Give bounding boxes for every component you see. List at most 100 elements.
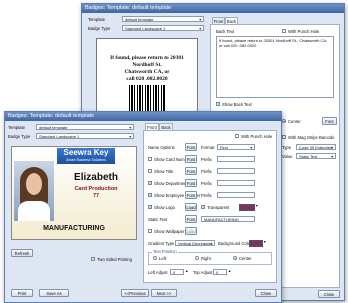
back-tab-back[interactable]: Back — [225, 17, 238, 24]
tab-front[interactable]: Front — [145, 123, 159, 130]
close-button[interactable]: Close — [255, 289, 277, 297]
back-window-title-bar: Badges: Template: default template — [82, 4, 344, 13]
text-position-right-label: Right — [201, 256, 211, 261]
transparent-label: Transparent — [207, 205, 230, 210]
static-text-input[interactable]: MANUFACTURING — [201, 216, 255, 222]
card-number-font-button[interactable]: Font — [185, 155, 197, 163]
chevron-down-icon: ▼ — [330, 155, 334, 159]
show-wallpaper-checkbox[interactable] — [148, 229, 152, 233]
transparent-color-swatch[interactable] — [239, 204, 255, 211]
back-tab-front[interactable]: Front — [212, 17, 225, 24]
employee-number-font-button[interactable]: Font — [185, 191, 197, 199]
text-position-label: Text Position — [152, 249, 178, 254]
name-font-button[interactable]: Font — [185, 143, 197, 151]
barcode-type-value: Code 39 Extended — [299, 145, 333, 150]
employee-number-prefix-input[interactable] — [217, 192, 255, 198]
barcode-value-select[interactable]: Static Text ▼ — [296, 153, 336, 159]
static-text-font-button[interactable]: Font — [185, 215, 197, 223]
badge-number: 77 — [92, 193, 100, 199]
background-color-swatch[interactable] — [249, 240, 263, 247]
show-logo-label: Show Logo — [154, 205, 175, 210]
card-number-prefix-input[interactable] — [217, 156, 255, 162]
static-text-value: MANUFACTURING — [204, 217, 239, 222]
chevron-down-icon: ▼ — [209, 242, 213, 246]
show-title-checkbox[interactable] — [148, 169, 152, 173]
next-button[interactable]: Next >> — [151, 289, 177, 297]
print-button[interactable]: Print — [11, 289, 33, 297]
chevron-down-icon: ▼ — [249, 146, 253, 150]
back-text-area[interactable]: If found, please return to 20301 Nordhof… — [216, 36, 334, 98]
mag-stripe-label: With Mag Stripe Barcode — [288, 135, 335, 140]
back-close-button[interactable]: Close — [318, 290, 340, 298]
front-window-title-bar: Badges: Template: default template — [5, 112, 281, 121]
back-center-radio[interactable] — [282, 119, 286, 123]
department-font-button[interactable]: Font — [185, 179, 197, 187]
back-font-button[interactable]: Font — [322, 117, 337, 125]
back-text-label: Back Text — [216, 29, 235, 34]
back-text-value: If found, please return to 20301 Nordhof… — [219, 38, 328, 48]
two-sided-label: Two Sided Printing — [97, 257, 132, 262]
tab-back[interactable]: Back — [159, 123, 173, 130]
back-template-select[interactable]: default template ▼ — [122, 16, 204, 22]
left-adjust-value: 0 — [173, 270, 176, 275]
back-card-line-2: Chatsworth CA, or — [124, 69, 170, 75]
format-value: First — [220, 145, 228, 150]
barcode-type-select[interactable]: Code 39 Extended ▼ — [296, 144, 336, 150]
previous-button[interactable]: <<Previous — [121, 289, 149, 297]
text-position-right-radio[interactable] — [195, 256, 199, 260]
department-prefix-label: Prefix — [201, 181, 212, 186]
badge-preview: Seewra Key Smart Business Solutions Eliz… — [11, 146, 137, 240]
show-department-checkbox[interactable] — [148, 180, 152, 185]
static-text-label: Static Text — [148, 217, 168, 222]
barcode-value-value: Static Text — [299, 154, 318, 159]
gradient-type-select[interactable]: Vertical Decreasing ▼ — [175, 240, 215, 246]
show-card-number-checkbox[interactable] — [148, 157, 152, 161]
top-adjust-spinner-icon[interactable]: ▲ — [228, 269, 231, 273]
back-badge-type-select[interactable]: Standard Landscape 1 ▼ — [122, 25, 204, 31]
punch-hole-checkbox[interactable] — [235, 134, 239, 138]
left-adjust-label: Left Adjust — [148, 270, 168, 275]
text-position-center-radio[interactable] — [233, 256, 237, 260]
two-sided-checkbox[interactable] — [91, 256, 95, 261]
left-adjust-input[interactable]: 0 — [170, 269, 184, 275]
person-name: Elizabeth — [74, 172, 118, 183]
top-adjust-value: 0 — [216, 270, 219, 275]
back-punch-hole-label: With Punch Hole — [288, 29, 320, 34]
back-center-label: Center — [288, 119, 301, 124]
person-face — [26, 173, 42, 195]
logo-load-button[interactable]: Load — [185, 203, 197, 211]
show-department-label: Show Department — [154, 181, 188, 186]
company-logo: Seewra Key Smart Business Solutions — [57, 148, 115, 164]
chevron-down-icon[interactable]: ▼ — [255, 204, 258, 208]
back-card-line-3: call 020 .082.0020 — [126, 76, 168, 82]
show-employee-number-checkbox[interactable] — [148, 192, 152, 197]
mag-stripe-checkbox[interactable] — [282, 135, 286, 139]
employee-number-prefix-label: Prefix — [201, 193, 212, 198]
back-card-text: If found, please return to 20301 Nordhof… — [99, 55, 195, 83]
title-prefix-input[interactable] — [217, 168, 255, 174]
punch-hole-label: With Punch Hole — [241, 134, 273, 139]
format-select[interactable]: First ▼ — [217, 144, 255, 150]
barcode-type-label: Type — [282, 145, 292, 150]
left-adjust-spinner-icon[interactable]: ▲ — [185, 269, 188, 273]
chevron-down-icon: ▼ — [330, 146, 334, 150]
name-options-label: Name Options — [148, 145, 175, 150]
top-adjust-label: Top Adjust — [193, 270, 213, 275]
logo-name: Seewra Key — [63, 148, 109, 157]
save-as-button[interactable]: Save As — [39, 289, 69, 297]
chevron-down-icon[interactable]: ▼ — [263, 240, 266, 244]
refresh-button[interactable]: Refresh — [11, 249, 33, 257]
back-punch-hole-checkbox[interactable] — [282, 29, 286, 33]
text-position-left-radio[interactable] — [153, 256, 157, 260]
wallpaper-load-button[interactable]: Load — [185, 227, 197, 235]
top-adjust-input[interactable]: 0 — [213, 269, 227, 275]
chevron-down-icon: ▼ — [198, 18, 202, 22]
title-font-button[interactable]: Font — [185, 167, 197, 175]
show-back-text-checkbox[interactable] — [216, 101, 220, 106]
badge-type-value: Standard Landscape 1 — [39, 134, 80, 139]
department-prefix-input[interactable] — [217, 180, 255, 186]
badge-type-select[interactable]: Standard Landscape 1 ▼ — [36, 133, 134, 139]
show-logo-checkbox[interactable] — [148, 204, 152, 209]
transparent-checkbox[interactable] — [201, 204, 205, 209]
template-select[interactable]: default template ▼ — [36, 124, 134, 130]
